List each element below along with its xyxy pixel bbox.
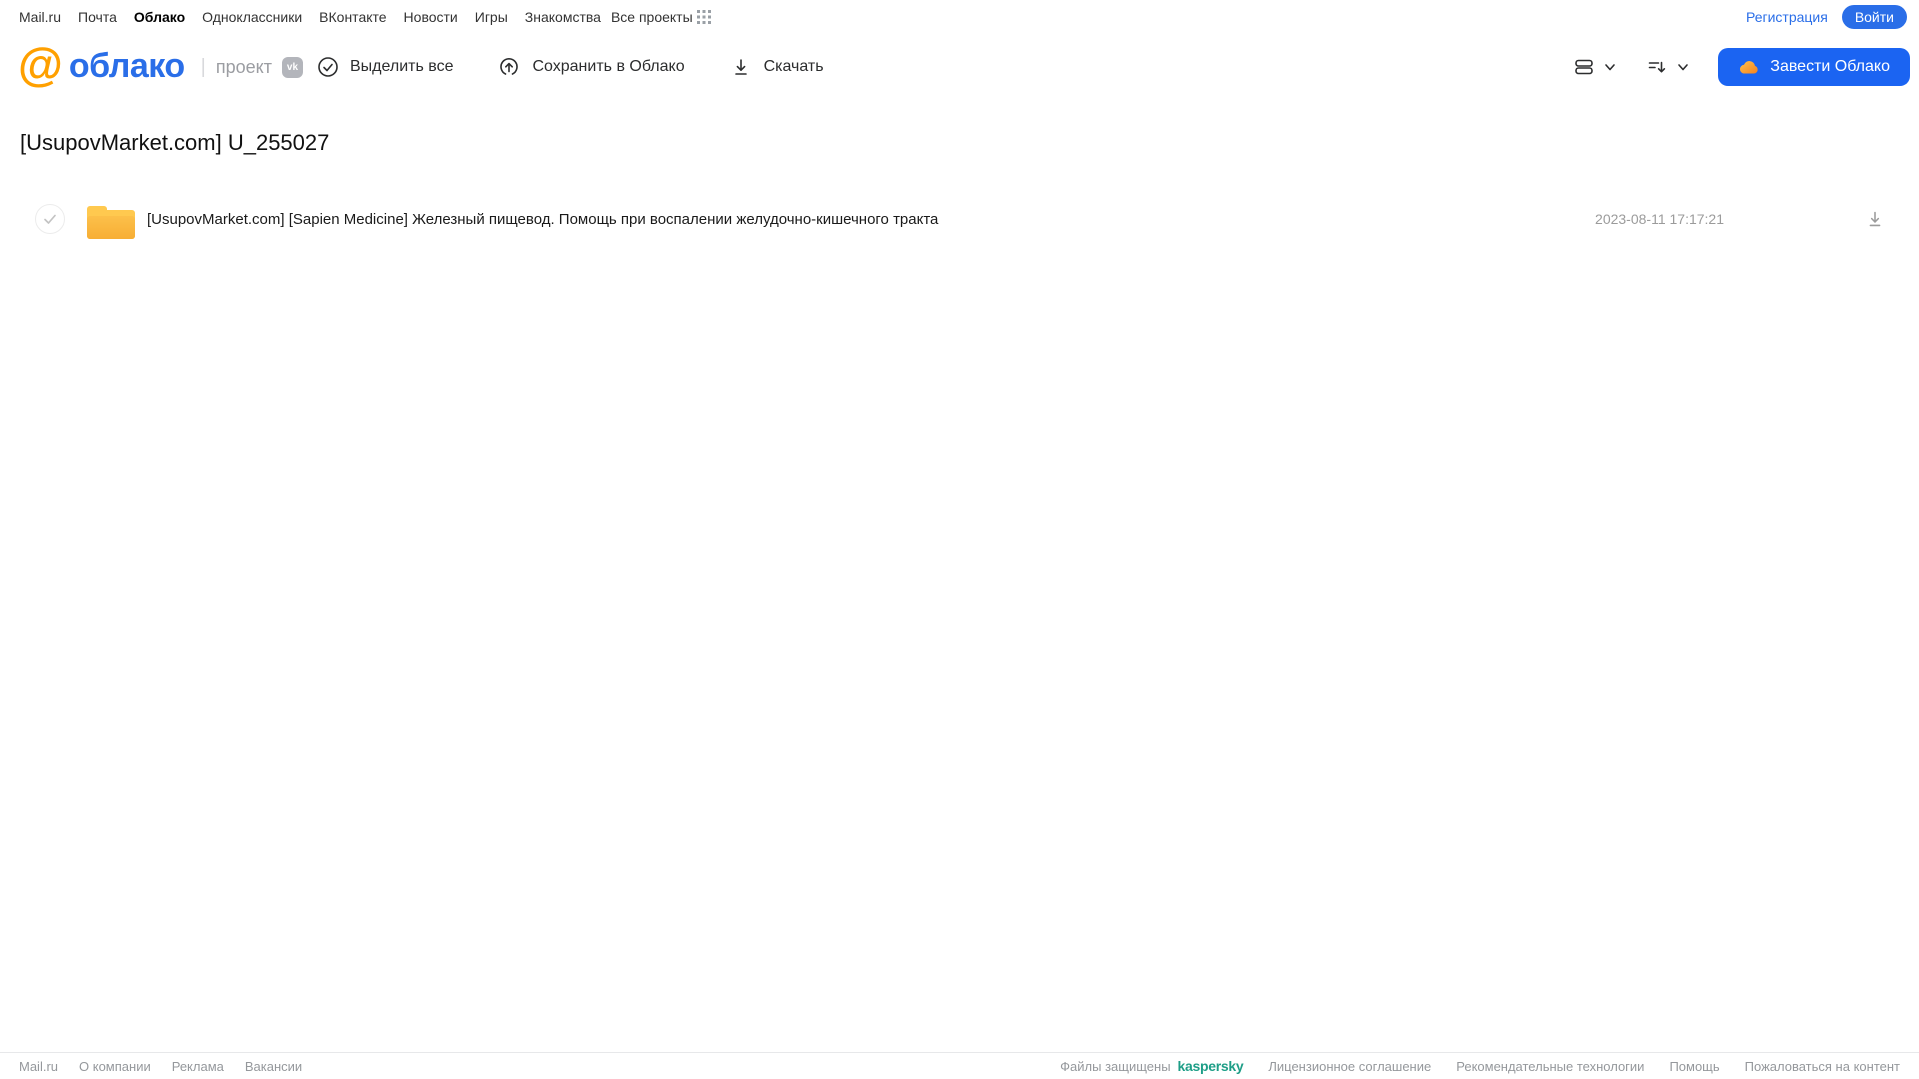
check-icon <box>44 214 56 224</box>
page-footer: Mail.ru О компании Реклама Вакансии Файл… <box>0 1052 1919 1079</box>
check-circle-icon <box>317 56 339 78</box>
project-badge: | проект vk <box>201 56 303 79</box>
main-content: [UsupovMarket.com] U_255027 [UsupovMarke… <box>0 130 1919 242</box>
header-right-controls: Завести Облако <box>1572 48 1910 86</box>
footer-link-report-content[interactable]: Пожаловаться на контент <box>1745 1059 1900 1074</box>
cloud-logo-text: облако <box>68 47 185 86</box>
footer-right-links: Файлы защищены kaspersky Лицензионное со… <box>1060 1058 1900 1074</box>
sort-icon <box>1645 55 1669 79</box>
cloud-upload-icon <box>497 55 521 79</box>
topbar-link-odnoklassniki[interactable]: Одноклассники <box>202 9 302 25</box>
project-label: проект <box>215 56 272 77</box>
login-button[interactable]: Войти <box>1841 4 1907 30</box>
portal-topbar: Mail.ru Почта Облако Одноклассники ВКонт… <box>0 0 1919 34</box>
get-cloud-button[interactable]: Завести Облако <box>1718 48 1910 86</box>
footer-link-recommend-tech[interactable]: Рекомендательные технологии <box>1456 1059 1644 1074</box>
topbar-link-vse-proekty[interactable]: Все проекты <box>611 9 693 25</box>
topbar-link-igry[interactable]: Игры <box>475 9 508 25</box>
file-checkbox[interactable] <box>35 204 65 234</box>
cloud-logo[interactable]: @ облако <box>18 38 185 91</box>
footer-link-license[interactable]: Лицензионное соглашение <box>1268 1059 1431 1074</box>
footer-link-o-kompanii[interactable]: О компании <box>79 1059 151 1074</box>
mailru-at-icon: @ <box>18 38 63 91</box>
list-view-icon <box>1572 55 1596 79</box>
topbar-auth-area: Регистрация Войти <box>1746 4 1907 30</box>
footer-link-help[interactable]: Помощь <box>1669 1059 1719 1074</box>
download-icon <box>729 55 753 79</box>
footer-link-vakansii[interactable]: Вакансии <box>245 1059 302 1074</box>
topbar-link-pochta[interactable]: Почта <box>78 9 117 25</box>
topbar-link-oblako[interactable]: Облако <box>134 9 185 25</box>
file-row[interactable]: [UsupovMarket.com] [Sapien Medicine] Жел… <box>0 196 1919 242</box>
topbar-link-novosti[interactable]: Новости <box>404 9 458 25</box>
footer-left-links: Mail.ru О компании Реклама Вакансии <box>19 1059 302 1074</box>
page-title: [UsupovMarket.com] U_255027 <box>20 130 330 155</box>
download-label: Скачать <box>763 58 824 75</box>
sort-selector[interactable] <box>1645 55 1690 79</box>
view-mode-selector[interactable] <box>1572 55 1617 79</box>
apps-grid-icon[interactable] <box>696 10 711 24</box>
save-to-cloud-button[interactable]: Сохранить в Облако <box>497 55 685 79</box>
chevron-down-icon <box>1603 60 1617 74</box>
folder-icon <box>82 197 136 241</box>
select-all-label: Выделить все <box>350 58 454 75</box>
file-download-icon[interactable] <box>1864 208 1886 230</box>
topbar-link-vkontakte[interactable]: ВКонтакте <box>319 9 386 25</box>
save-to-cloud-label: Сохранить в Облако <box>532 58 685 75</box>
get-cloud-label: Завести Облако <box>1770 58 1890 75</box>
footer-link-reklama[interactable]: Реклама <box>172 1059 224 1074</box>
select-all-button[interactable]: Выделить все <box>317 56 453 78</box>
divider: | <box>200 55 206 78</box>
kaspersky-logo[interactable]: kaspersky <box>1178 1058 1244 1074</box>
cloud-orange-icon <box>1738 58 1760 76</box>
topbar-link-znakomstva[interactable]: Знакомства <box>525 9 601 25</box>
cloud-header: @ облако | проект vk Выделить все Сохран… <box>0 34 1919 100</box>
chevron-down-icon <box>1676 60 1690 74</box>
topbar-link-mail-ru[interactable]: Mail.ru <box>19 9 61 25</box>
footer-link-mail-ru[interactable]: Mail.ru <box>19 1059 58 1074</box>
download-button[interactable]: Скачать <box>729 55 824 79</box>
kaspersky-protected-label: Файлы защищены <box>1060 1058 1171 1074</box>
vk-badge-icon: vk <box>281 56 303 78</box>
file-name[interactable]: [UsupovMarket.com] [Sapien Medicine] Жел… <box>147 211 1595 228</box>
kaspersky-protection: Файлы защищены kaspersky <box>1060 1058 1243 1074</box>
registration-link[interactable]: Регистрация <box>1746 9 1828 25</box>
file-toolbar: Выделить все Сохранить в Облако Скачать <box>317 34 824 100</box>
file-date: 2023-08-11 17:17:21 <box>1595 211 1724 227</box>
